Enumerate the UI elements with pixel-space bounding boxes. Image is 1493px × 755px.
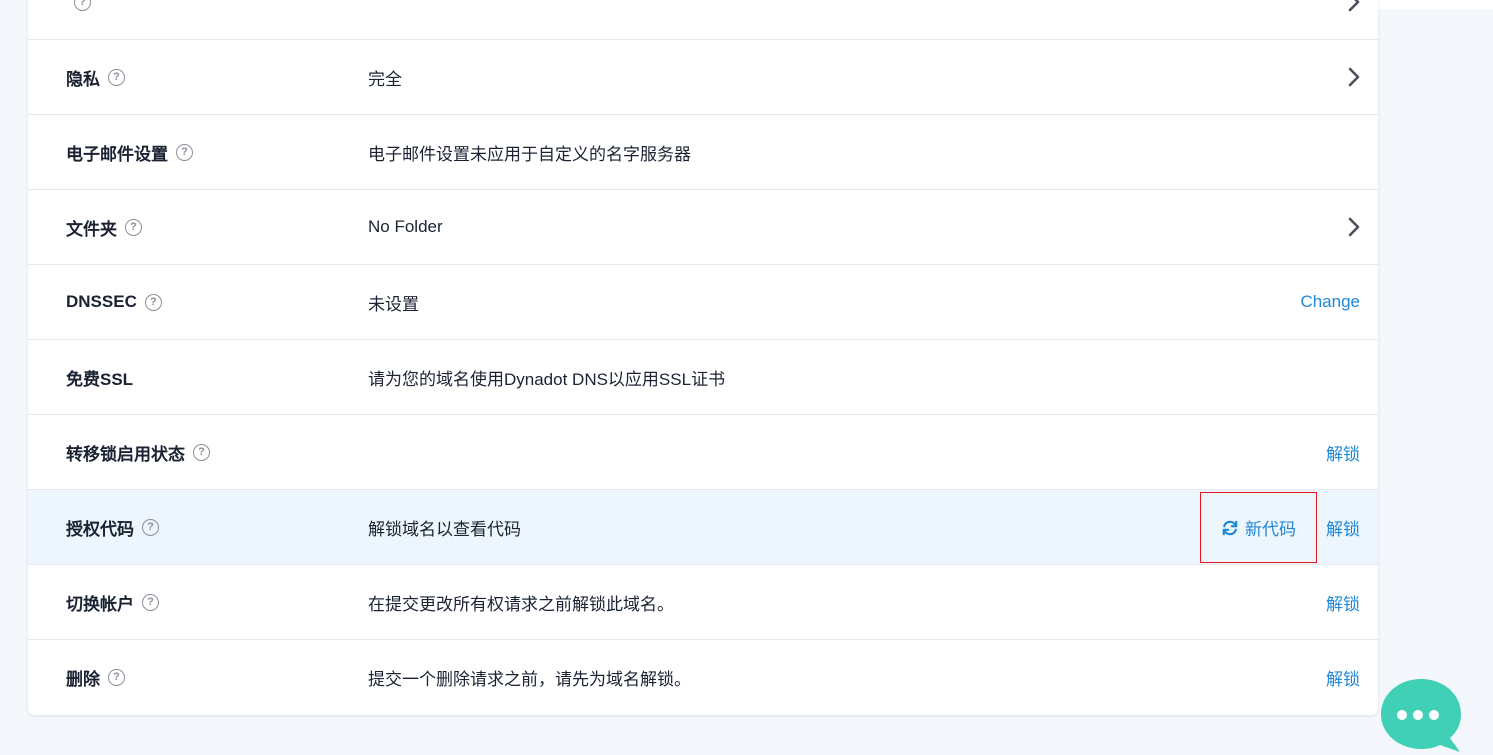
settings-row-email: 电子邮件设置 ? 电子邮件设置未应用于自定义的名字服务器 — [28, 115, 1378, 190]
settings-row-partial: ? — [28, 0, 1378, 40]
row-label-text: 隐私 — [66, 69, 100, 89]
row-label: 切换帐户 ? — [66, 565, 159, 639]
row-value: 提交一个删除请求之前，请先为域名解锁。 — [368, 670, 691, 689]
settings-row-transfer-lock: 转移锁启用状态 ? 解锁 — [28, 415, 1378, 490]
settings-row-free-ssl: 免费SSL 请为您的域名使用Dynadot DNS以应用SSL证书 — [28, 340, 1378, 415]
row-label: ? — [66, 0, 91, 39]
settings-row-switch-account: 切换帐户 ? 在提交更改所有权请求之前解锁此域名。 解锁 — [28, 565, 1378, 640]
row-value: 完全 — [368, 69, 402, 89]
row-label: 授权代码 ? — [66, 490, 159, 564]
settings-row-folder[interactable]: 文件夹 ? No Folder — [28, 190, 1378, 265]
unlock-link[interactable]: 解锁 — [1326, 565, 1360, 639]
row-label-text: 电子邮件设置 — [66, 144, 168, 164]
row-label-text: 切换帐户 — [66, 594, 134, 614]
chevron-right-icon[interactable] — [1344, 215, 1364, 239]
new-code-label: 新代码 — [1245, 520, 1296, 539]
question-circle-icon[interactable]: ? — [193, 443, 210, 461]
top-strip — [1378, 0, 1493, 9]
chevron-right-icon[interactable] — [1344, 65, 1364, 89]
row-value: 请为您的域名使用Dynadot DNS以应用SSL证书 — [368, 369, 726, 389]
row-label: 删除 ? — [66, 640, 125, 715]
chat-bubble-icon[interactable] — [1380, 677, 1462, 755]
settings-row-dnssec: DNSSEC ? 未设置 Change — [28, 265, 1378, 340]
question-circle-icon[interactable]: ? — [176, 143, 193, 161]
row-value: 电子邮件设置未应用于自定义的名字服务器 — [368, 144, 691, 164]
row-label: 免费SSL — [66, 340, 133, 414]
row-value: 解锁域名以查看代码 — [368, 519, 521, 539]
chevron-right-icon[interactable] — [1344, 0, 1364, 14]
row-label: 文件夹 ? — [66, 190, 142, 264]
refresh-icon — [1222, 520, 1238, 535]
question-circle-icon[interactable]: ? — [144, 293, 162, 311]
row-label-text: 删除 — [66, 670, 100, 689]
unlock-link[interactable]: 解锁 — [1326, 490, 1360, 564]
question-circle-icon[interactable]: ? — [125, 218, 142, 236]
question-circle-icon[interactable]: ? — [142, 593, 159, 611]
settings-row-auth-code: 授权代码 ? 解锁域名以查看代码 新代码 解锁 — [28, 490, 1378, 565]
row-label: 电子邮件设置 ? — [66, 115, 193, 189]
change-link[interactable]: Change — [1300, 265, 1360, 339]
row-label-text: 文件夹 — [66, 219, 117, 239]
row-value: No Folder — [368, 217, 443, 236]
row-label: 转移锁启用状态 ? — [66, 415, 210, 489]
row-label-text: 免费SSL — [66, 369, 134, 389]
row-label: DNSSEC ? — [66, 265, 162, 339]
new-code-button[interactable]: 新代码 — [1200, 492, 1317, 563]
row-label-text: 授权代码 — [66, 519, 134, 539]
row-label-text: DNSSEC — [66, 292, 137, 311]
row-value: 在提交更改所有权请求之前解锁此域名。 — [368, 594, 674, 614]
question-circle-icon[interactable]: ? — [74, 0, 91, 11]
row-value: 未设置 — [368, 294, 419, 314]
row-label: 隐私 ? — [66, 40, 125, 114]
domain-settings-card: ? 隐私 ? 完全 电子邮件设置 ? 电子邮件设置未应用于自定义的名字服务器 文… — [28, 0, 1378, 715]
unlock-link[interactable]: 解锁 — [1326, 415, 1360, 489]
unlock-link[interactable]: 解锁 — [1326, 640, 1360, 715]
row-label-text: 转移锁启用状态 — [66, 444, 185, 464]
question-circle-icon[interactable]: ? — [108, 669, 125, 686]
question-circle-icon[interactable]: ? — [142, 518, 159, 536]
settings-row-delete: 删除 ? 提交一个删除请求之前，请先为域名解锁。 解锁 — [28, 640, 1378, 715]
question-circle-icon[interactable]: ? — [108, 68, 125, 86]
settings-row-privacy[interactable]: 隐私 ? 完全 — [28, 40, 1378, 115]
